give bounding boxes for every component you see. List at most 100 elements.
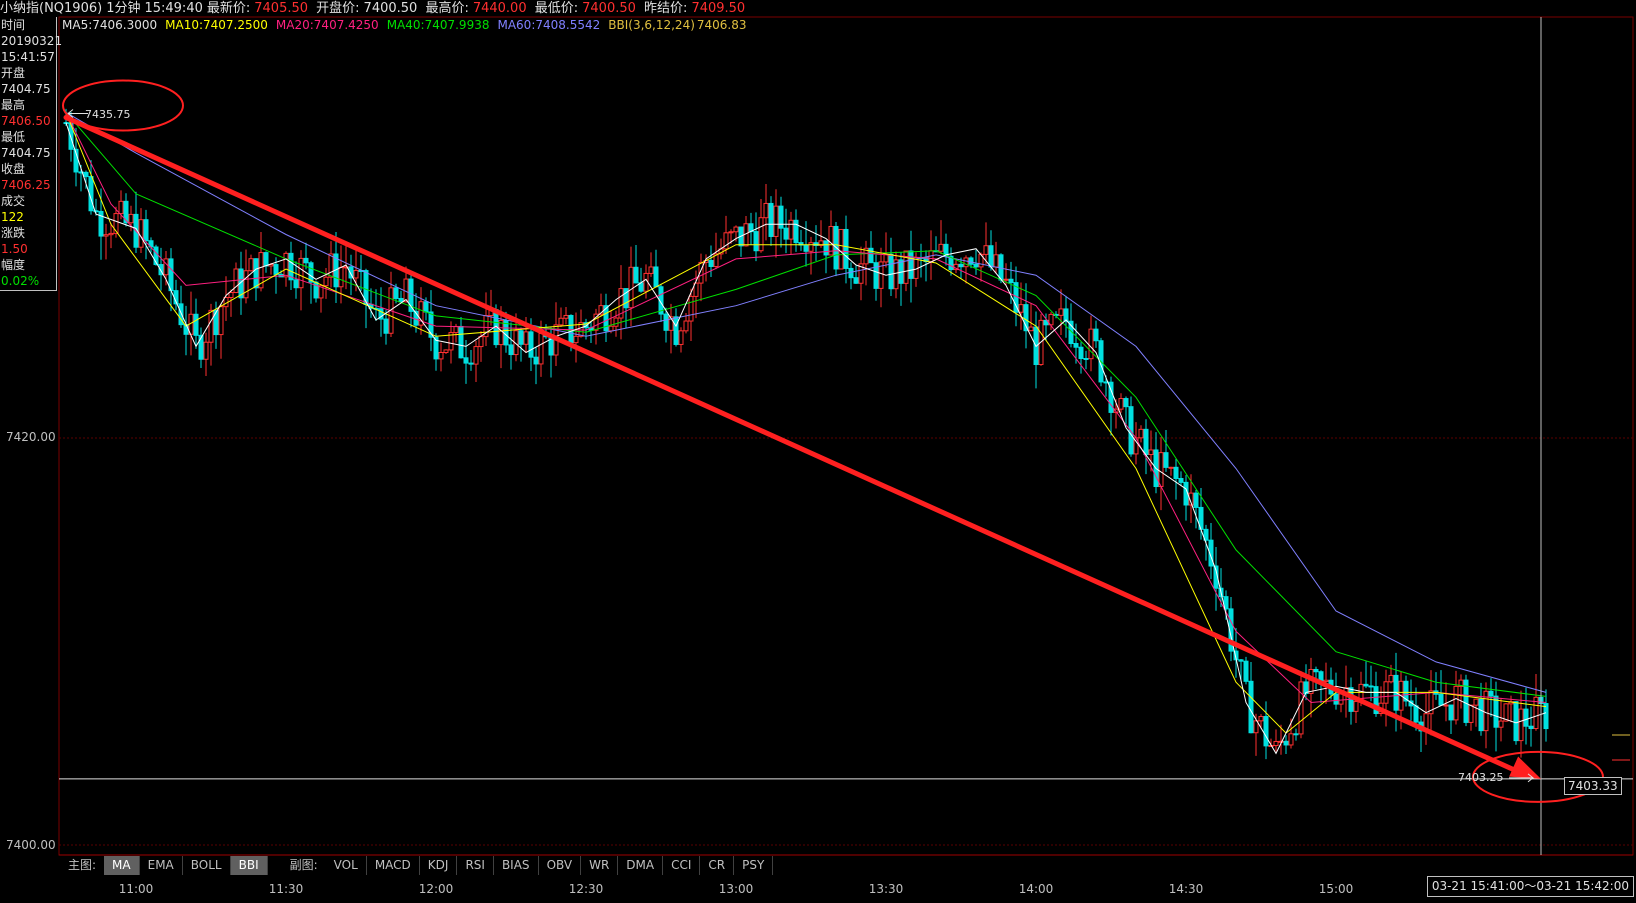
high-circle — [62, 79, 184, 132]
candle-body — [138, 219, 144, 248]
candle-body — [1008, 278, 1014, 284]
candle-body — [573, 335, 579, 344]
candle-body — [1293, 733, 1299, 736]
info-change-label: 涨跌 — [1, 226, 26, 240]
candle-body — [288, 252, 294, 281]
x-tick-label: 11:30 — [268, 882, 304, 896]
info-time-label: 时间 — [1, 18, 26, 32]
legend-ma60: MA60:7408.5542 — [497, 18, 601, 32]
x-tick-label: 13:30 — [868, 882, 904, 896]
candle-body — [1083, 358, 1089, 361]
candle-body — [508, 344, 514, 356]
candle-body — [758, 217, 764, 252]
candle-body — [468, 362, 474, 365]
candle-body — [753, 231, 759, 252]
candle-body — [298, 257, 304, 289]
candle-body — [1478, 698, 1484, 732]
candle-body — [1473, 698, 1479, 706]
y-tick-label: 7400.00 — [6, 838, 56, 852]
candle-body — [1523, 708, 1529, 727]
candle-body — [1363, 683, 1369, 687]
plot-frame — [58, 16, 1634, 856]
candle-body — [1148, 449, 1154, 456]
ma-button[interactable]: MA — [104, 856, 140, 875]
prev-settle-label: 昨结价: — [644, 1, 688, 16]
candle-body — [768, 202, 774, 237]
candle-body — [608, 325, 614, 332]
candle-body — [328, 253, 334, 278]
candle-body — [273, 264, 279, 275]
candle-body — [473, 346, 479, 365]
candle-body — [1323, 679, 1329, 683]
candle-body — [303, 257, 309, 264]
cr-button[interactable]: CR — [700, 856, 735, 875]
obv-button[interactable]: OBV — [539, 856, 582, 875]
cursor-price-tag: 7403.33 — [1564, 777, 1622, 795]
bbi-button[interactable]: BBI — [230, 856, 268, 875]
instrument-name: 小纳指(NQ1906) — [0, 1, 103, 16]
candle-body — [838, 228, 844, 270]
boll-button[interactable]: BOLL — [183, 856, 231, 875]
x-tick-label: 11:00 — [118, 882, 154, 896]
kdj-button[interactable]: KDJ — [420, 856, 458, 875]
info-volume-label: 成交 — [1, 194, 26, 208]
candle-body — [398, 297, 404, 303]
candle-body — [788, 219, 794, 240]
candle-body — [198, 334, 204, 360]
candle-body — [633, 266, 639, 284]
chart-canvas[interactable] — [0, 0, 1636, 903]
candle-body — [443, 349, 449, 354]
info-open: 7404.75 — [1, 82, 51, 96]
candle-body — [533, 356, 539, 365]
x-tick-label: 13:00 — [718, 882, 754, 896]
info-pct: 0.02% — [1, 274, 40, 288]
candle-body — [1333, 693, 1339, 705]
candle-body — [783, 227, 789, 240]
candle-body — [1073, 343, 1079, 348]
candle-body — [1453, 685, 1459, 721]
info-low-label: 最低 — [1, 130, 26, 144]
wr-button[interactable]: WR — [581, 856, 619, 875]
x-tick-label: 14:00 — [1018, 882, 1054, 896]
candle-body — [1003, 278, 1009, 281]
candle-body — [203, 341, 209, 360]
legend-bbi-value: 7406.83 — [696, 18, 747, 32]
candle-body — [83, 171, 89, 178]
period: 1分钟 — [106, 1, 141, 16]
candle-body — [1178, 478, 1184, 483]
candle-body — [1283, 740, 1289, 746]
candle-body — [1263, 716, 1269, 747]
candle-body — [383, 318, 389, 334]
candle-body — [893, 259, 899, 290]
candle-body — [248, 258, 254, 272]
info-pct-label: 幅度 — [1, 258, 26, 272]
dma-button[interactable]: DMA — [618, 856, 664, 875]
bias-button[interactable]: BIAS — [494, 856, 539, 875]
low-price: 7400.50 — [582, 1, 636, 16]
high-price: 7440.00 — [472, 1, 527, 16]
candle-body — [848, 267, 854, 279]
psy-button[interactable]: PSY — [734, 856, 774, 875]
main-chart-label: 主图: — [68, 858, 97, 872]
macd-button[interactable]: MACD — [367, 856, 420, 875]
candle-body — [793, 219, 799, 244]
candle-body — [803, 244, 809, 252]
candle-body — [993, 254, 999, 268]
candle-body — [168, 258, 174, 292]
candle-body — [653, 266, 659, 288]
high-price-label: 最高价: — [425, 1, 469, 16]
candle-body — [973, 263, 979, 268]
candle-body — [453, 325, 459, 334]
candle-body — [1298, 681, 1304, 735]
rsi-button[interactable]: RSI — [457, 856, 494, 875]
info-low: 7404.75 — [1, 146, 51, 160]
vol-button[interactable]: VOL — [326, 856, 367, 875]
candle-body — [1273, 740, 1279, 746]
candle-body — [1143, 428, 1149, 456]
last-price: 7405.50 — [254, 1, 309, 16]
ema-button[interactable]: EMA — [140, 856, 183, 875]
candle-body — [808, 242, 814, 252]
candle-body — [1468, 704, 1474, 723]
candle-body — [1413, 705, 1419, 723]
cci-button[interactable]: CCI — [663, 856, 701, 875]
